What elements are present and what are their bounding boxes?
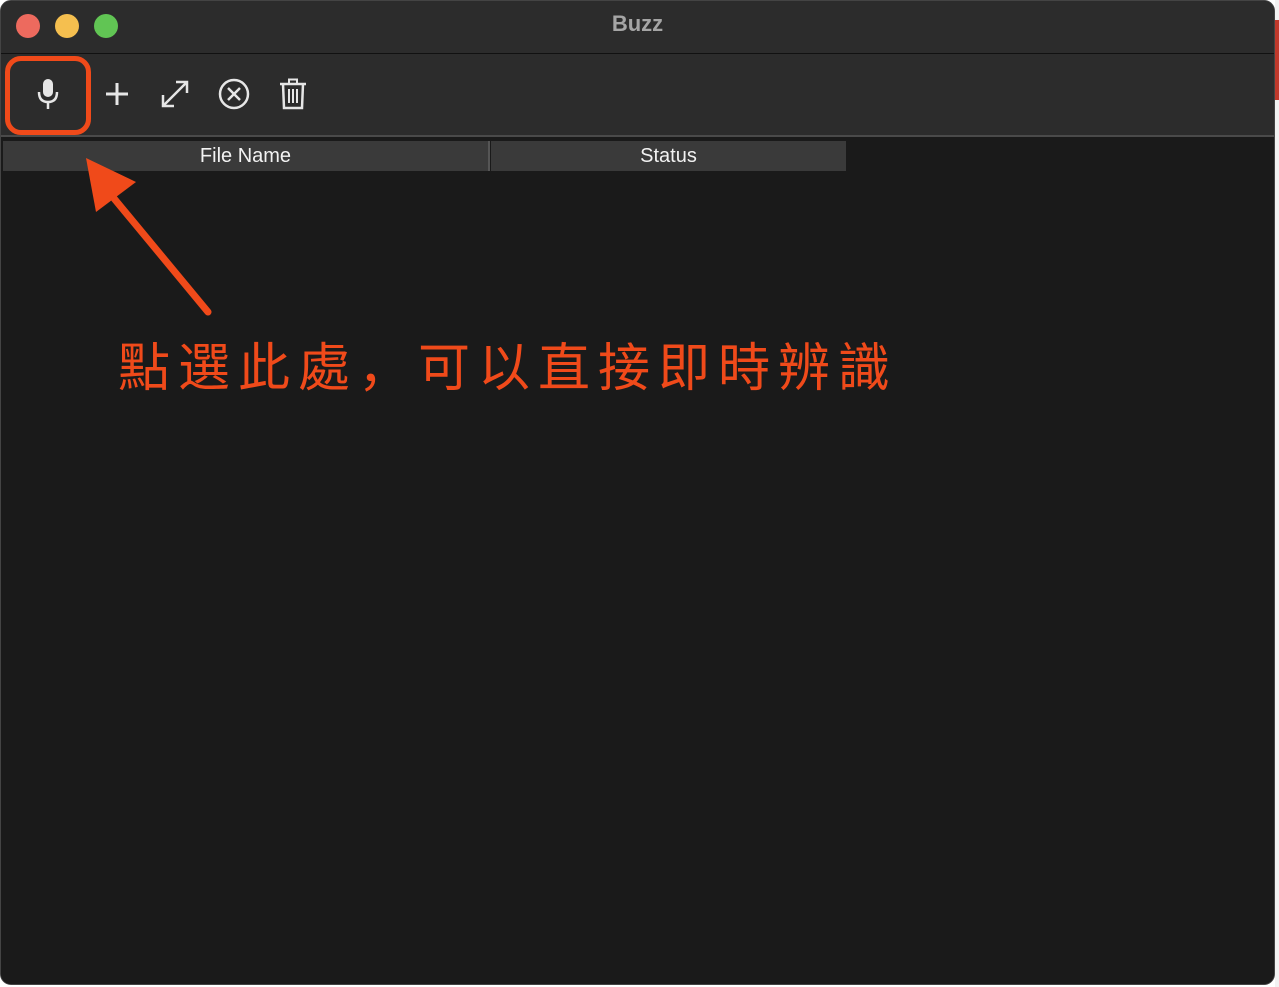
annotation-text: 點選此處，可以直接即時辨識 [118,339,899,399]
annotation-arrow [86,158,212,316]
